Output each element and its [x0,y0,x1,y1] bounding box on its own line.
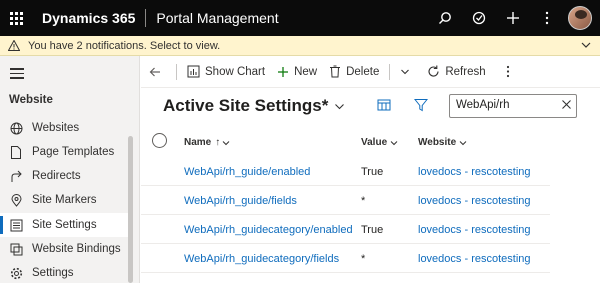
row-name-link[interactable]: WebApi/rh_guide/enabled [184,166,310,178]
warning-icon [8,40,20,51]
grid-header: Name ↑ Value Website [141,128,600,154]
lightbulb-check-icon [472,11,486,25]
avatar[interactable] [568,6,592,30]
page-icon [9,145,23,159]
delete-label: Delete [346,65,380,78]
row-name-link[interactable]: WebApi/rh_guide/fields [184,195,297,207]
show-chart-label: Show Chart [205,65,266,78]
hamburger-menu-icon[interactable] [10,68,24,82]
new-label: New [294,65,318,78]
row-value: * [361,253,366,265]
column-header-label: Name [184,137,212,148]
command-bar: Show Chart New Delete Refresh [141,56,600,88]
table-row[interactable]: WebApi/rh_guidecategory/enabled True lov… [141,215,550,244]
sidebar-item-settings[interactable]: Settings [0,261,128,285]
row-name-link[interactable]: WebApi/rh_guidecategory/fields [184,253,339,265]
app-launcher-button[interactable] [0,0,32,36]
settings-list-icon [9,218,23,232]
search-input[interactable]: WebApi/rh [449,94,577,118]
row-website-link[interactable]: lovedocs - rescotesting [418,195,531,207]
chevron-down-icon [459,140,467,145]
brand-title[interactable]: Dynamics 365 [42,10,135,26]
sidebar-item-label: Site Markers [32,194,97,206]
title-divider [145,9,147,27]
view-title: Active Site Settings* [163,96,329,115]
assistant-button[interactable] [462,0,496,36]
sidebar-item-label: Page Templates [32,146,115,158]
chevron-down-icon [390,140,398,145]
column-header-value[interactable]: Value [361,137,398,148]
sidebar-item-site-settings[interactable]: Site Settings [0,213,128,237]
back-arrow-icon [149,67,160,76]
chevron-down-icon [335,103,345,109]
gear-icon [9,266,23,280]
edit-columns-icon[interactable] [377,98,391,112]
plus-icon [278,66,289,77]
sidebar: Website Websites Page Templates Redirect… [0,56,140,283]
search-button[interactable] [428,0,462,36]
command-divider [176,63,177,80]
close-icon[interactable] [561,99,572,110]
table-row[interactable]: WebApi/rh_guide/fields * lovedocs - resc… [141,186,550,215]
notification-bar[interactable]: You have 2 notifications. Select to view… [0,36,600,56]
column-header-label: Value [361,137,388,148]
row-value: True [361,166,384,178]
column-header-website[interactable]: Website [418,137,467,148]
globe-icon [9,121,23,135]
delete-button[interactable]: Delete [323,56,385,88]
plus-icon [507,12,519,24]
trash-icon [330,65,341,78]
filter-icon[interactable] [414,98,428,112]
column-header-name[interactable]: Name ↑ [184,137,230,148]
refresh-button[interactable]: Refresh [421,56,491,88]
app-name[interactable]: Portal Management [156,10,278,26]
chevron-down-icon [222,140,230,145]
top-bar: Dynamics 365 Portal Management [0,0,600,36]
show-chart-button[interactable]: Show Chart [181,56,271,88]
chevron-down-icon[interactable] [580,39,592,51]
row-name-link[interactable]: WebApi/rh_guidecategory/enabled [184,224,353,236]
sidebar-item-label: Settings [32,267,74,279]
sort-ascending-indicator: ↑ [215,137,221,148]
waffle-icon [9,11,23,25]
column-header-label: Website [418,137,457,148]
search-icon [439,12,451,24]
row-website-link[interactable]: lovedocs - rescotesting [418,166,531,178]
row-value: * [361,195,366,207]
sidebar-item-website-bindings[interactable]: Website Bindings [0,237,128,261]
sidebar-item-label: Website Bindings [32,243,121,255]
sidebar-item-label: Websites [32,122,80,134]
redirect-icon [9,169,23,183]
row-value: True [361,224,384,236]
sidebar-item-label: Redirects [32,170,81,182]
new-item-button[interactable] [496,0,530,36]
command-divider [389,63,391,80]
delete-menu-chevron[interactable] [394,56,421,88]
view-selector[interactable]: Active Site Settings* [163,96,345,116]
refresh-icon [428,65,439,77]
table-row[interactable]: WebApi/rh_guide/enabled True lovedocs - … [141,157,550,186]
row-website-link[interactable]: lovedocs - rescotesting [418,253,531,265]
table-row[interactable]: WebApi/rh_guidecategory/fields * lovedoc… [141,244,550,273]
sidebar-item-site-markers[interactable]: Site Markers [0,188,128,212]
chart-icon [187,65,200,78]
sidebar-item-label: Site Settings [32,219,97,231]
sidebar-item-redirects[interactable]: Redirects [0,164,128,188]
binding-icon [9,242,23,256]
sidebar-scrollbar[interactable] [128,136,133,283]
sidebar-section-title: Website [9,94,53,106]
row-website-link[interactable]: lovedocs - rescotesting [418,224,531,236]
more-vertical-icon [506,65,509,78]
more-options-button[interactable] [530,0,564,36]
new-button[interactable]: New [271,56,323,88]
notification-text: You have 2 notifications. Select to view… [28,39,221,52]
marker-icon [9,193,23,207]
more-commands-button[interactable] [492,56,521,88]
more-vertical-icon [545,11,549,25]
refresh-label: Refresh [445,65,486,78]
sidebar-item-page-templates[interactable]: Page Templates [0,140,128,164]
chevron-down-icon [401,69,410,74]
back-button[interactable] [141,56,172,88]
sidebar-item-websites[interactable]: Websites [0,116,128,140]
